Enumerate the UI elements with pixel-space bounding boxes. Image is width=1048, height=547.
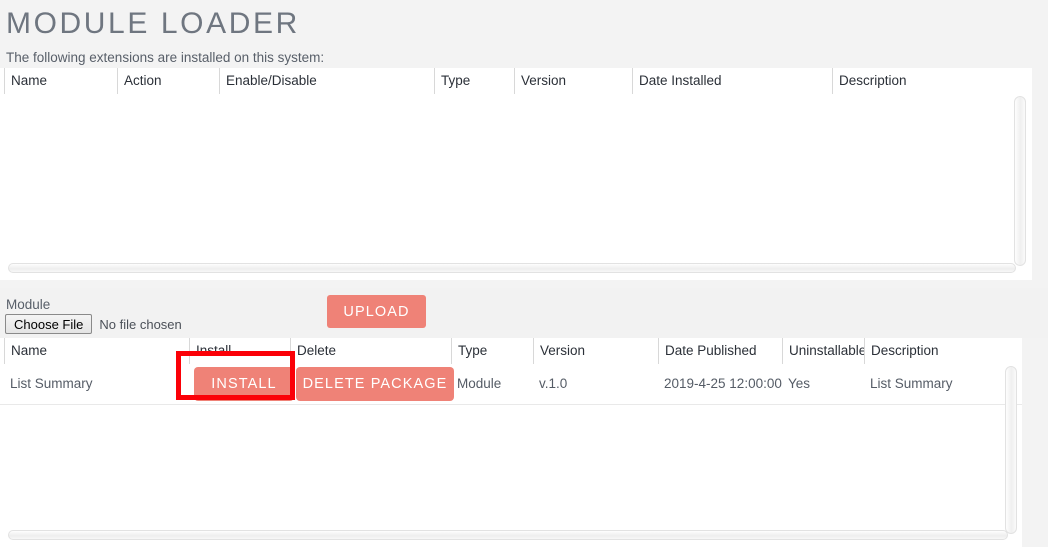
packages-grid-vertical-scrollbar[interactable] <box>1005 366 1017 534</box>
cell-uninstallable: Yes <box>788 376 811 391</box>
cell-description: List Summary <box>870 376 953 391</box>
column-header-version[interactable]: Version <box>533 338 658 364</box>
packages-grid-horizontal-scrollbar[interactable] <box>8 530 1008 540</box>
column-header-enable-disable[interactable]: Enable/Disable <box>219 68 434 94</box>
install-button[interactable]: INSTALL <box>194 367 294 401</box>
column-header-uninstallable[interactable]: Uninstallable <box>782 338 864 364</box>
cell-name: List Summary <box>10 376 93 391</box>
installed-grid-horizontal-scrollbar[interactable] <box>8 263 1016 273</box>
choose-file-button[interactable]: Choose File <box>5 314 93 334</box>
column-header-description[interactable]: Description <box>832 68 1032 94</box>
column-header-type[interactable]: Type <box>434 68 514 94</box>
column-header-action[interactable]: Action <box>117 68 219 94</box>
packages-grid-body: List Summary INSTALL DELETE PACKAGE Modu… <box>0 364 1022 547</box>
column-header-delete[interactable]: Delete <box>290 338 451 364</box>
intro-text: The following extensions are installed o… <box>6 50 325 65</box>
available-packages-grid: Name Install Delete Type Version Date Pu… <box>0 338 1022 547</box>
column-header-date-published[interactable]: Date Published <box>658 338 782 364</box>
cell-delete: DELETE PACKAGE <box>290 364 454 404</box>
cell-type: Module <box>457 376 502 391</box>
cell-date-published: 2019-4-25 12:00:00 <box>664 376 782 391</box>
installed-extensions-grid: Name Action Enable/Disable Type Version … <box>0 68 1032 280</box>
column-header-name[interactable]: Name <box>4 68 117 94</box>
column-header-description[interactable]: Description <box>864 338 955 364</box>
column-header-install[interactable]: Install <box>189 338 290 364</box>
table-row[interactable]: List Summary INSTALL DELETE PACKAGE Modu… <box>0 364 1022 405</box>
installed-grid-vertical-scrollbar[interactable] <box>1014 96 1026 266</box>
packages-grid-header: Name Install Delete Type Version Date Pu… <box>0 338 955 364</box>
installed-grid-header: Name Action Enable/Disable Type Version … <box>0 68 1032 94</box>
file-status-text: No file chosen <box>99 316 182 332</box>
page-title: MODULE LOADER <box>6 7 300 40</box>
upload-button[interactable]: UPLOAD <box>327 295 426 328</box>
module-label: Module <box>6 297 51 312</box>
cell-install: INSTALL <box>189 364 294 404</box>
column-header-version[interactable]: Version <box>514 68 632 94</box>
delete-package-button[interactable]: DELETE PACKAGE <box>296 367 454 401</box>
installed-grid-body <box>0 94 1032 280</box>
column-header-date-installed[interactable]: Date Installed <box>632 68 832 94</box>
cell-version: v.1.0 <box>539 376 568 391</box>
module-file-input[interactable]: Choose File No file chosen <box>5 314 182 334</box>
column-header-name[interactable]: Name <box>4 338 189 364</box>
column-header-type[interactable]: Type <box>451 338 533 364</box>
